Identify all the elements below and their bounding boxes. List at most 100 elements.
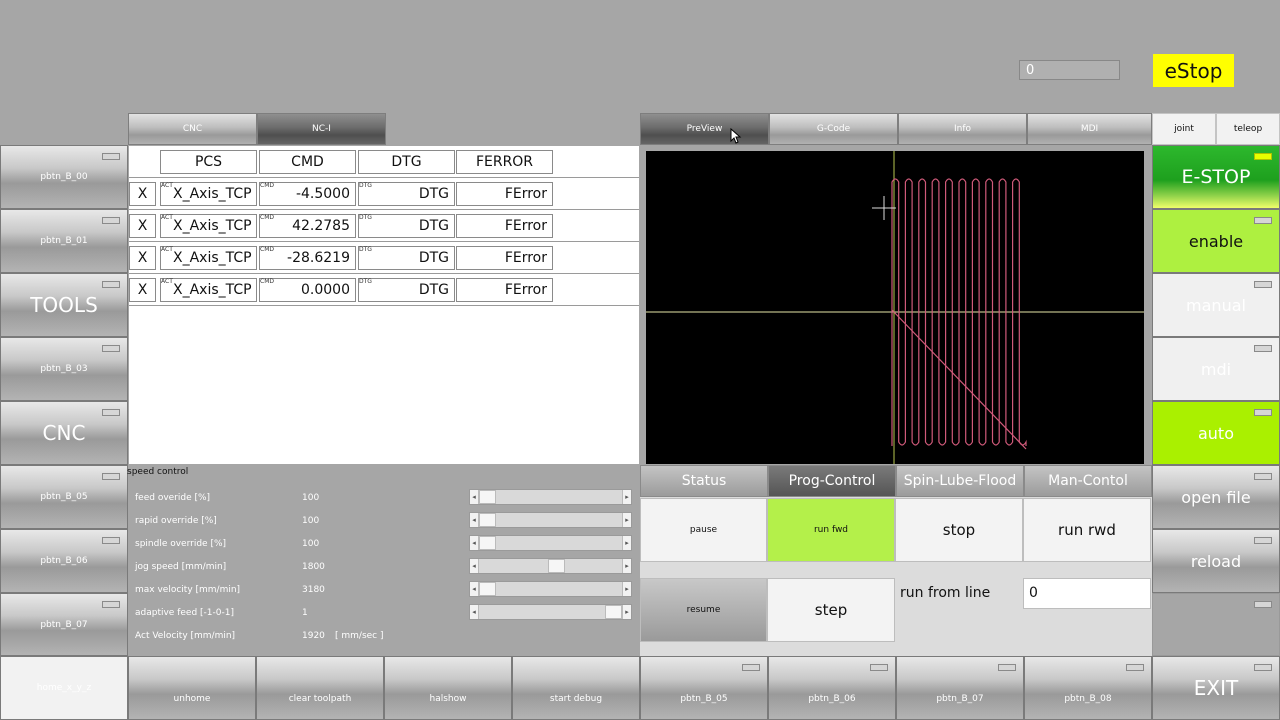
led-indicator: [102, 281, 120, 288]
arrow-left-icon[interactable]: ◂: [470, 559, 479, 573]
auto-button[interactable]: auto: [1152, 401, 1280, 465]
max-velocity-slider[interactable]: ◂ ▸: [469, 581, 632, 597]
arrow-right-icon[interactable]: ▸: [622, 490, 631, 504]
unhome-button[interactable]: unhome: [128, 656, 256, 720]
jog-speed-label: jog speed [mm/min]: [135, 562, 227, 572]
home-xyz-button[interactable]: home_x_y_z: [0, 656, 128, 720]
enable-button[interactable]: enable: [1152, 209, 1280, 273]
arrow-left-icon[interactable]: ◂: [470, 605, 479, 619]
button-label: unhome: [173, 694, 211, 704]
tab-info[interactable]: Info: [898, 113, 1027, 145]
run-fwd-button[interactable]: run fwd: [767, 498, 895, 562]
pbtn-b-07-bottom-button[interactable]: pbtn_B_07: [896, 656, 1024, 720]
dro-axis-label: X: [129, 278, 156, 302]
feed-override-slider[interactable]: ◂ ▸: [469, 489, 632, 505]
button-label: pbtn_B_00: [40, 172, 88, 182]
slider-knob[interactable]: [479, 513, 496, 527]
tab-nc-i[interactable]: NC-I: [257, 113, 386, 145]
adaptive-feed-slider[interactable]: ◂ ▸: [469, 604, 632, 620]
empty-right-button[interactable]: [1152, 593, 1280, 656]
jog-speed-slider[interactable]: ◂ ▸: [469, 558, 632, 574]
dro-pcs-value: X_Axis_TCP: [160, 278, 257, 302]
rapid-override-slider[interactable]: ◂ ▸: [469, 512, 632, 528]
max-velocity-value: 3180: [302, 585, 325, 595]
pbtn-b-01-button[interactable]: pbtn_B_01: [0, 209, 128, 273]
resume-button[interactable]: resume: [640, 578, 767, 642]
pbtn-b-06-bottom-button[interactable]: pbtn_B_06: [768, 656, 896, 720]
pbtn-b-06-left-button[interactable]: pbtn_B_06: [0, 529, 128, 593]
estop-indicator[interactable]: eStop: [1153, 54, 1234, 87]
slider-knob[interactable]: [605, 605, 622, 619]
run-rwd-button[interactable]: run rwd: [1023, 498, 1151, 562]
button-label: pbtn_B_03: [40, 364, 88, 374]
pbtn-b-07-left-button[interactable]: pbtn_B_07: [0, 593, 128, 656]
arrow-right-icon[interactable]: ▸: [622, 582, 631, 596]
reload-button[interactable]: reload: [1152, 529, 1280, 593]
arrow-left-icon[interactable]: ◂: [470, 582, 479, 596]
spindle-override-value: 100: [302, 539, 320, 549]
slider-knob[interactable]: [479, 536, 496, 550]
slider-knob[interactable]: [479, 582, 496, 596]
toolpath-svg: [646, 151, 1144, 464]
dro-dtg-value: DTG: [358, 182, 455, 206]
pbtn-b-08-bottom-button[interactable]: pbtn_B_08: [1024, 656, 1152, 720]
stop-button[interactable]: stop: [895, 498, 1023, 562]
arrow-left-icon[interactable]: ◂: [470, 536, 479, 550]
tab-preview[interactable]: PreView: [640, 113, 769, 145]
arrow-right-icon[interactable]: ▸: [622, 513, 631, 527]
tab-spin-lube-flood[interactable]: Spin-Lube-Flood: [896, 465, 1024, 497]
run-from-line-input[interactable]: 0: [1023, 578, 1151, 609]
pbtn-b-05-left-button[interactable]: pbtn_B_05: [0, 465, 128, 529]
open-file-button[interactable]: open file: [1152, 465, 1280, 529]
slider-knob[interactable]: [548, 559, 566, 573]
arrow-right-icon[interactable]: ▸: [622, 536, 631, 550]
button-label: manual: [1186, 295, 1246, 315]
tab-joint[interactable]: joint: [1152, 113, 1216, 145]
counter-field[interactable]: 0: [1019, 60, 1120, 80]
slider-knob[interactable]: [479, 490, 496, 504]
halshow-button[interactable]: halshow: [384, 656, 512, 720]
pbtn-b-03-button[interactable]: pbtn_B_03: [0, 337, 128, 401]
led-indicator: [102, 217, 120, 224]
cnc-button[interactable]: CNC: [0, 401, 128, 465]
feed-override-label: feed overide [%]: [135, 493, 211, 503]
button-label: home_x_y_z: [36, 683, 92, 693]
row-divider: [129, 209, 639, 210]
start-debug-button[interactable]: start debug: [512, 656, 640, 720]
tab-gcode[interactable]: G-Code: [769, 113, 898, 145]
exit-button[interactable]: EXIT: [1152, 656, 1280, 720]
arrow-left-icon[interactable]: ◂: [470, 513, 479, 527]
tab-teleop[interactable]: teleop: [1216, 113, 1280, 145]
manual-button[interactable]: manual: [1152, 273, 1280, 337]
pause-button[interactable]: pause: [640, 498, 767, 562]
spindle-override-slider[interactable]: ◂ ▸: [469, 535, 632, 551]
tab-cnc[interactable]: CNC: [128, 113, 257, 145]
button-label: pbtn_B_07: [936, 694, 984, 704]
tab-mdi[interactable]: MDI: [1027, 113, 1152, 145]
button-label: clear toolpath: [288, 694, 352, 704]
pbtn-b-00-button[interactable]: pbtn_B_00: [0, 145, 128, 209]
tab-status[interactable]: Status: [640, 465, 768, 497]
arrow-left-icon[interactable]: ◂: [470, 490, 479, 504]
tab-man-control[interactable]: Man-Contol: [1024, 465, 1152, 497]
step-button[interactable]: step: [767, 578, 895, 642]
tab-prog-control[interactable]: Prog-Control: [768, 465, 896, 497]
dro-ferror-value: FError: [456, 182, 553, 206]
mdi-button[interactable]: mdi: [1152, 337, 1280, 401]
arrow-right-icon[interactable]: ▸: [622, 605, 631, 619]
clear-toolpath-button[interactable]: clear toolpath: [256, 656, 384, 720]
arrow-right-icon[interactable]: ▸: [622, 559, 631, 573]
pbtn-b-05-bottom-button[interactable]: pbtn_B_05: [640, 656, 768, 720]
act-tag: ACT: [161, 278, 173, 285]
run-from-line-label: run from line: [896, 578, 1022, 609]
preview-canvas[interactable]: [646, 151, 1144, 464]
button-label: open file: [1181, 487, 1251, 507]
act-velocity-value: 1920: [302, 631, 325, 641]
led-indicator: [1254, 281, 1272, 288]
tools-button[interactable]: TOOLS: [0, 273, 128, 337]
led-indicator: [1254, 473, 1272, 480]
adaptive-feed-label: adaptive feed [-1-0-1]: [135, 608, 234, 618]
button-label: pbtn_B_05: [40, 492, 88, 502]
estop-button[interactable]: E-STOP: [1152, 145, 1280, 209]
button-label: pbtn_B_07: [40, 619, 88, 630]
